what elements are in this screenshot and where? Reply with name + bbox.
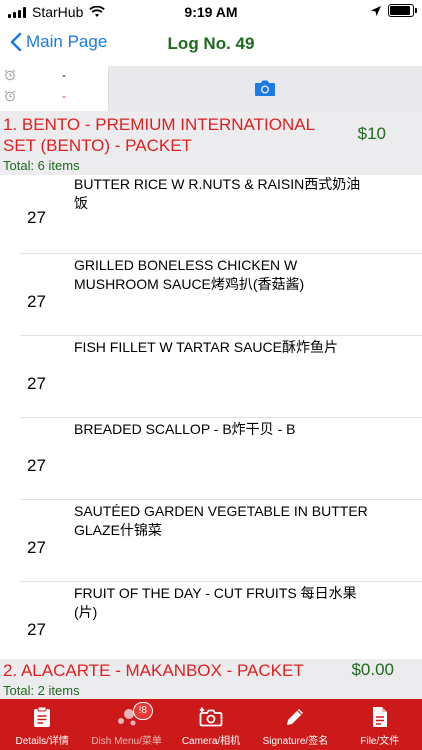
tab-label: Signature/签名 xyxy=(262,736,329,747)
tab-label: Dish Menu/菜单 xyxy=(91,736,162,747)
time-row-2-value: - xyxy=(62,89,66,103)
item-description: SAUTÉED GARDEN VEGETABLE IN BUTTER GLAZE… xyxy=(74,503,368,538)
clock: 9:19 AM xyxy=(184,4,238,20)
item-description: BREADED SCALLOP - B炸干贝 - B xyxy=(74,421,296,437)
clipboard-icon xyxy=(34,706,51,727)
item-quantity: 27 xyxy=(27,620,46,639)
tab-dish-menu[interactable]: !8 Dish Menu/菜单 xyxy=(84,699,168,750)
time-info-panel: - - xyxy=(0,66,109,111)
tab-file[interactable]: File/文件 xyxy=(338,699,422,750)
item-quantity: 27 xyxy=(27,292,46,311)
camera-button[interactable] xyxy=(254,79,276,102)
item-description: GRILLED BONELESS CHICKEN W MUSHROOM SAUC… xyxy=(74,257,305,292)
alarm-clock-icon xyxy=(4,90,16,102)
notification-badge: !8 xyxy=(132,702,153,720)
item-description: FISH FILLET W TARTAR SAUCE酥炸鱼片 xyxy=(74,339,338,355)
item-description: FRUIT OF THE DAY - CUT FRUITS 每日水果 (片) xyxy=(74,585,357,620)
battery-icon xyxy=(388,4,417,17)
file-icon xyxy=(372,707,387,727)
alarm-clock-icon xyxy=(4,69,16,81)
list-item[interactable]: 27 FISH FILLET W TARTAR SAUCE酥炸鱼片 xyxy=(20,336,422,418)
time-row-1: - xyxy=(4,68,66,82)
section-price: $0.00 xyxy=(351,660,394,679)
tab-camera[interactable]: Camera/相机 xyxy=(169,699,253,750)
item-description: BUTTER RICE W R.NUTS & RAISIN西式奶油饭 xyxy=(74,176,361,211)
tab-bar: Details/详情 !8 Dish Menu/菜单 Camera/相机 Sig… xyxy=(0,699,422,750)
list-item[interactable]: 27 SAUTÉED GARDEN VEGETABLE IN BUTTER GL… xyxy=(20,500,422,582)
info-bar: - - xyxy=(0,66,422,111)
list-item[interactable]: 27 FRUIT OF THE DAY - CUT FRUITS 每日水果 (片… xyxy=(20,582,422,659)
time-row-1-value: - xyxy=(62,68,66,82)
camera-icon xyxy=(255,80,275,96)
tab-details[interactable]: Details/详情 xyxy=(0,699,84,750)
item-quantity: 27 xyxy=(27,538,46,557)
order-list[interactable]: 1. BENTO - PREMIUM INTERNATIONAL SET (BE… xyxy=(0,111,422,709)
item-quantity: 27 xyxy=(27,456,46,475)
list-item[interactable]: 27 BUTTER RICE W R.NUTS & RAISIN西式奶油饭 xyxy=(20,175,422,254)
time-row-2: - xyxy=(4,89,66,103)
status-right xyxy=(370,4,417,17)
item-quantity: 27 xyxy=(27,208,46,227)
pencil-icon xyxy=(287,709,304,725)
location-arrow-icon xyxy=(371,5,381,16)
list-item[interactable]: 27 BREADED SCALLOP - B炸干贝 - B xyxy=(20,418,422,500)
status-bar: StarHub 9:19 AM xyxy=(0,0,422,26)
tab-signature[interactable]: Signature/签名 xyxy=(253,699,337,750)
section-total: Total: 2 items xyxy=(3,683,80,698)
section-price: $10 xyxy=(357,124,386,143)
page-title: Log No. 49 xyxy=(167,34,255,53)
navigation-bar: Main Page Log No. 49 xyxy=(0,26,422,66)
list-item[interactable]: 27 GRILLED BONELESS CHICKEN W MUSHROOM S… xyxy=(20,254,422,336)
tab-label: Details/详情 xyxy=(15,736,69,747)
camera-add-icon xyxy=(199,707,223,727)
section-header[interactable]: 1. BENTO - PREMIUM INTERNATIONAL SET (BE… xyxy=(0,111,422,175)
tab-label: Camera/相机 xyxy=(181,736,241,747)
item-quantity: 27 xyxy=(27,374,46,393)
tab-label: File/文件 xyxy=(360,736,400,747)
section-total: Total: 6 items xyxy=(3,158,80,173)
